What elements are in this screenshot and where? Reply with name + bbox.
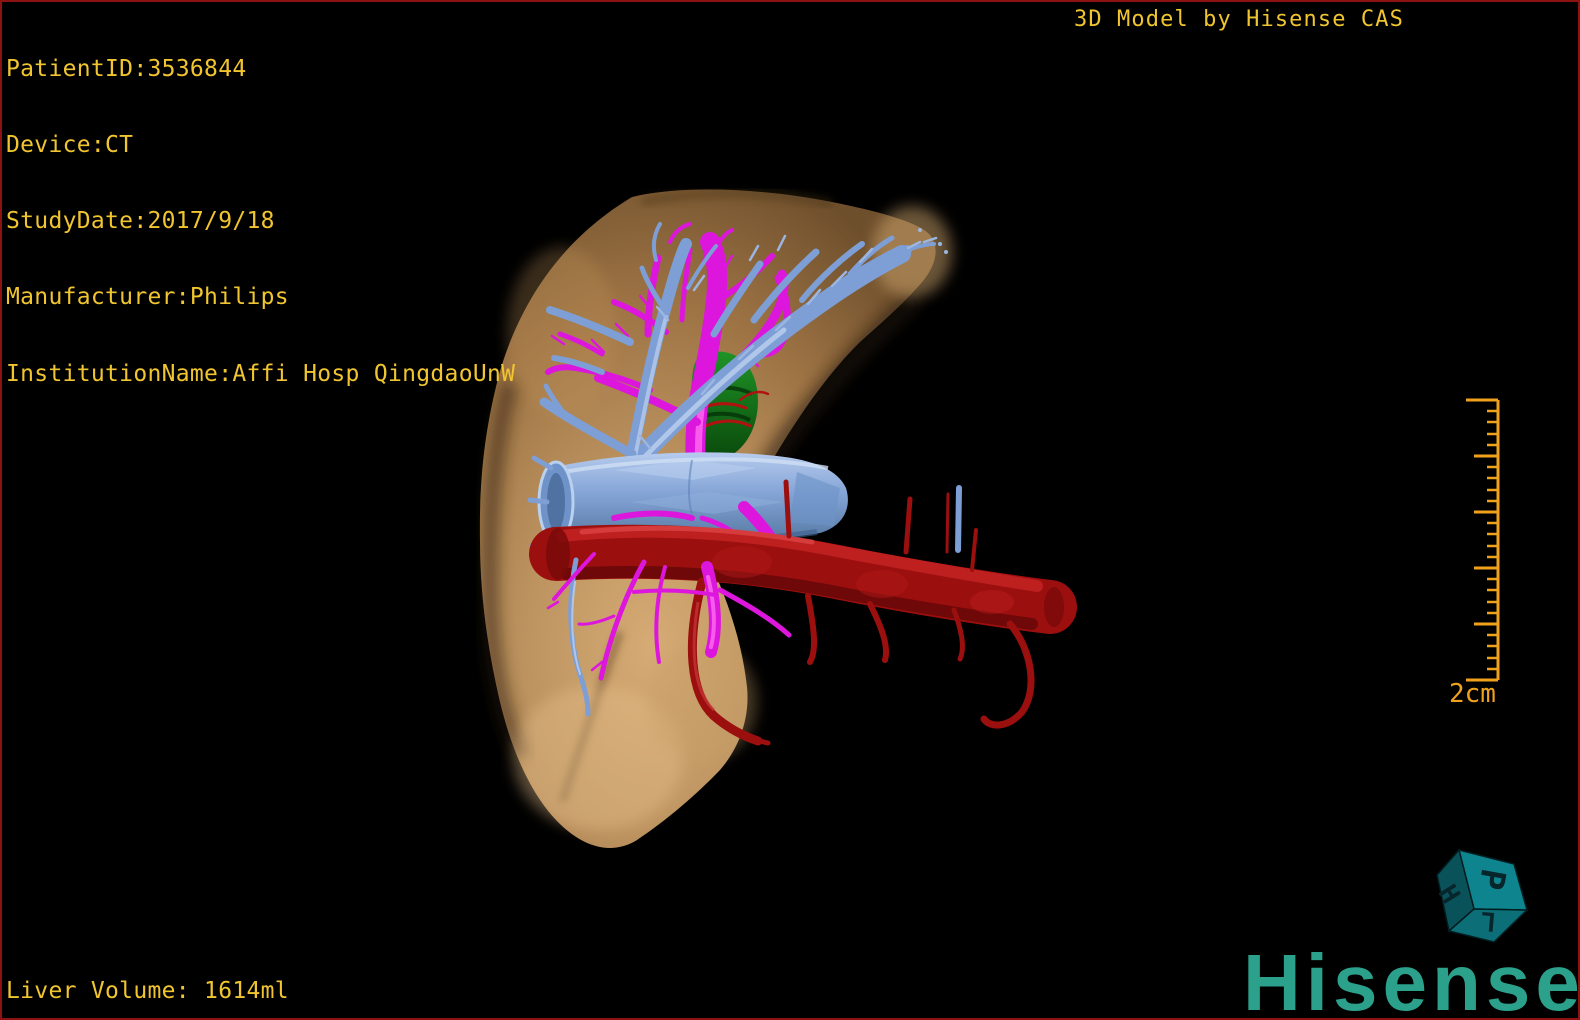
manufacturer-line: Manufacturer:Philips [6,284,289,311]
institution-line: InstitutionName:Affi Hosp QingdaoUnW [6,360,516,387]
ruler-label: 2cm [1449,679,1496,709]
viewer-root: 2cm P H L PatientID:3536844 Device:CT St… [0,0,1580,1020]
ruler-minor-ticks [1487,409,1498,671]
cube-letter-front: L [1479,905,1497,936]
patient-info-block: PatientID:3536844 Device:CT StudyDate:20… [6,6,515,438]
hisense-logo: Hisense [1243,938,1580,1020]
viewer-title: 3D Model by Hisense CAS [1074,7,1404,32]
study-date-line: StudyDate:2017/9/18 [6,208,275,235]
ruler-major-ticks [1474,454,1498,626]
device-line: Device:CT [6,132,134,159]
patient-id-line: PatientID:3536844 [6,55,247,82]
ruler-line [1466,398,1500,682]
liver-volume-label: Liver Volume: 1614ml [6,978,289,1004]
orientation-cube[interactable]: P H L [1432,848,1529,943]
scale-ruler: 2cm [1449,398,1500,709]
